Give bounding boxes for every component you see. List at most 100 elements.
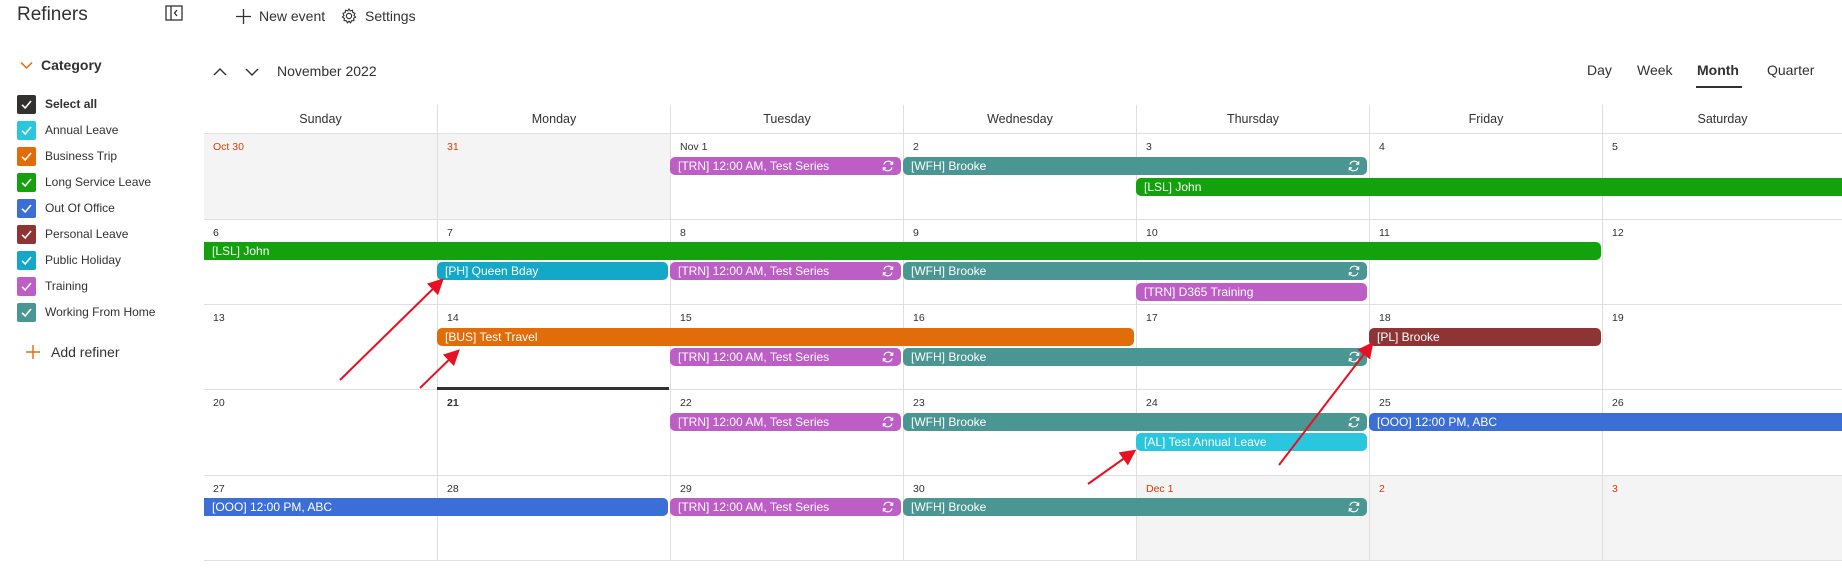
day-cell[interactable]: 15 (670, 304, 903, 389)
day-cell[interactable]: 5 (1602, 133, 1842, 219)
new-event-button[interactable]: New event (236, 8, 325, 24)
day-cell[interactable]: 2 (1369, 475, 1602, 560)
category-working-from-home[interactable]: Working From Home (17, 299, 155, 325)
checkbox-training[interactable] (17, 276, 36, 296)
event-training[interactable]: [TRN] 12:00 AM, Test Series (670, 413, 901, 431)
day-cell[interactable]: 6 (204, 219, 437, 304)
day-cell[interactable]: 13 (204, 304, 437, 389)
event-out-of-office[interactable]: [OOO] 12:00 PM, ABC (204, 498, 668, 516)
day-cell[interactable]: 20 (204, 389, 437, 475)
day-cell[interactable]: 24 (1136, 389, 1369, 475)
recurring-icon (1348, 265, 1360, 277)
checkbox-long-service-leave[interactable] (17, 172, 36, 192)
collapse-panel-icon[interactable] (165, 5, 183, 21)
category-annual-leave[interactable]: Annual Leave (17, 117, 155, 143)
checkbox-public-holiday[interactable] (17, 250, 36, 270)
day-cell[interactable]: 31 (437, 133, 670, 219)
category-business-trip[interactable]: Business Trip (17, 143, 155, 169)
calendar-bottom-border (204, 560, 1842, 561)
add-refiner-button[interactable]: Add refiner (26, 344, 119, 360)
category-public-holiday[interactable]: Public Holiday (17, 247, 155, 273)
day-cell[interactable]: 12 (1602, 219, 1842, 304)
day-cell[interactable]: 28 (437, 475, 670, 560)
date-number: 3 (1612, 483, 1618, 495)
date-number: 23 (913, 397, 925, 409)
day-cell[interactable]: 18 (1369, 304, 1602, 389)
check-icon (21, 177, 32, 187)
event-working-from-home[interactable]: [WFH] Brooke (903, 498, 1367, 516)
category-personal-leave[interactable]: Personal Leave (17, 221, 155, 247)
day-cell[interactable]: 3 (1602, 475, 1842, 560)
event-training[interactable]: [TRN] 12:00 AM, Test Series (670, 262, 901, 280)
event-business-trip[interactable]: [BUS] Test Travel (437, 328, 1134, 346)
view-tab-day[interactable]: Day (1587, 62, 1612, 78)
day-cell[interactable]: Nov 1 (670, 133, 903, 219)
day-cell[interactable]: 16 (903, 304, 1136, 389)
day-cell[interactable]: 23 (903, 389, 1136, 475)
event-title: [TRN] D365 Training (1144, 285, 1254, 299)
day-cell-today[interactable]: 21 (437, 389, 670, 475)
event-working-from-home[interactable]: [WFH] Brooke (903, 413, 1367, 431)
event-long-service-leave[interactable]: [LSL] John (204, 242, 1601, 260)
checkbox-out-of-office[interactable] (17, 198, 36, 218)
category-select-all[interactable]: Select all (17, 91, 155, 117)
day-header-monday: Monday (437, 105, 670, 133)
event-long-service-leave[interactable]: [LSL] John (1136, 178, 1842, 196)
category-item-label: Long Service Leave (45, 175, 152, 189)
day-cell[interactable]: Oct 30 (204, 133, 437, 219)
day-cell[interactable]: 3 (1136, 133, 1369, 219)
date-number: 10 (1146, 227, 1158, 239)
checkbox-working-from-home[interactable] (17, 302, 36, 322)
day-cell[interactable]: 27 (204, 475, 437, 560)
previous-month-button[interactable] (210, 62, 230, 82)
day-cell[interactable]: 22 (670, 389, 903, 475)
event-training[interactable]: [TRN] 12:00 AM, Test Series (670, 157, 901, 175)
event-annual-leave[interactable]: [AL] Test Annual Leave (1136, 433, 1367, 451)
checkbox-personal-leave[interactable] (17, 224, 36, 244)
event-public-holiday[interactable]: [PH] Queen Bday (437, 262, 668, 280)
event-training[interactable]: [TRN] 12:00 AM, Test Series (670, 348, 901, 366)
checkbox-business-trip[interactable] (17, 146, 36, 166)
event-training[interactable]: [TRN] D365 Training (1136, 283, 1367, 301)
day-cell[interactable]: 2 (903, 133, 1136, 219)
day-cell[interactable]: 30 (903, 475, 1136, 560)
day-cell[interactable]: 29 (670, 475, 903, 560)
view-tab-month[interactable]: Month (1697, 62, 1739, 78)
date-number: 6 (213, 227, 219, 239)
checkbox-select-all[interactable] (17, 94, 36, 114)
event-working-from-home[interactable]: [WFH] Brooke (903, 157, 1367, 175)
category-item-label: Business Trip (45, 149, 118, 163)
day-cell[interactable]: 19 (1602, 304, 1842, 389)
settings-button[interactable]: Settings (341, 8, 416, 24)
category-item-label: Out Of Office (45, 201, 115, 215)
event-training[interactable]: [TRN] 12:00 AM, Test Series (670, 498, 901, 516)
event-personal-leave[interactable]: [PL] Brooke (1369, 328, 1601, 346)
event-working-from-home[interactable]: [WFH] Brooke (903, 262, 1367, 280)
day-cell[interactable]: 26 (1602, 389, 1842, 475)
category-out-of-office[interactable]: Out Of Office (17, 195, 155, 221)
day-cell[interactable]: 25 (1369, 389, 1602, 475)
day-cell[interactable]: 17 (1136, 304, 1369, 389)
date-number: 4 (1379, 141, 1385, 153)
day-cell[interactable]: Dec 1 (1136, 475, 1369, 560)
category-toggle[interactable]: Category (20, 57, 102, 73)
day-cell[interactable]: 4 (1369, 133, 1602, 219)
new-event-label: New event (259, 8, 326, 24)
checkbox-annual-leave[interactable] (17, 120, 36, 140)
date-number: 12 (1612, 227, 1624, 239)
day-cell[interactable]: 14 (437, 304, 670, 389)
event-out-of-office[interactable]: [OOO] 12:00 PM, ABC (1369, 413, 1842, 431)
event-title: [TRN] 12:00 AM, Test Series (678, 415, 830, 429)
category-long-service-leave[interactable]: Long Service Leave (17, 169, 155, 195)
event-title: [LSL] John (1144, 180, 1202, 194)
day-cell[interactable]: 11 (1369, 219, 1602, 304)
refiners-title: Refiners (17, 4, 88, 25)
day-header-saturday: Saturday (1602, 105, 1842, 133)
recurring-icon (1348, 351, 1360, 363)
category-training[interactable]: Training (17, 273, 155, 299)
category-label: Category (41, 57, 102, 73)
view-tab-quarter[interactable]: Quarter (1767, 62, 1814, 78)
next-month-button[interactable] (242, 62, 262, 82)
event-working-from-home[interactable]: [WFH] Brooke (903, 348, 1367, 366)
view-tab-week[interactable]: Week (1637, 62, 1673, 78)
